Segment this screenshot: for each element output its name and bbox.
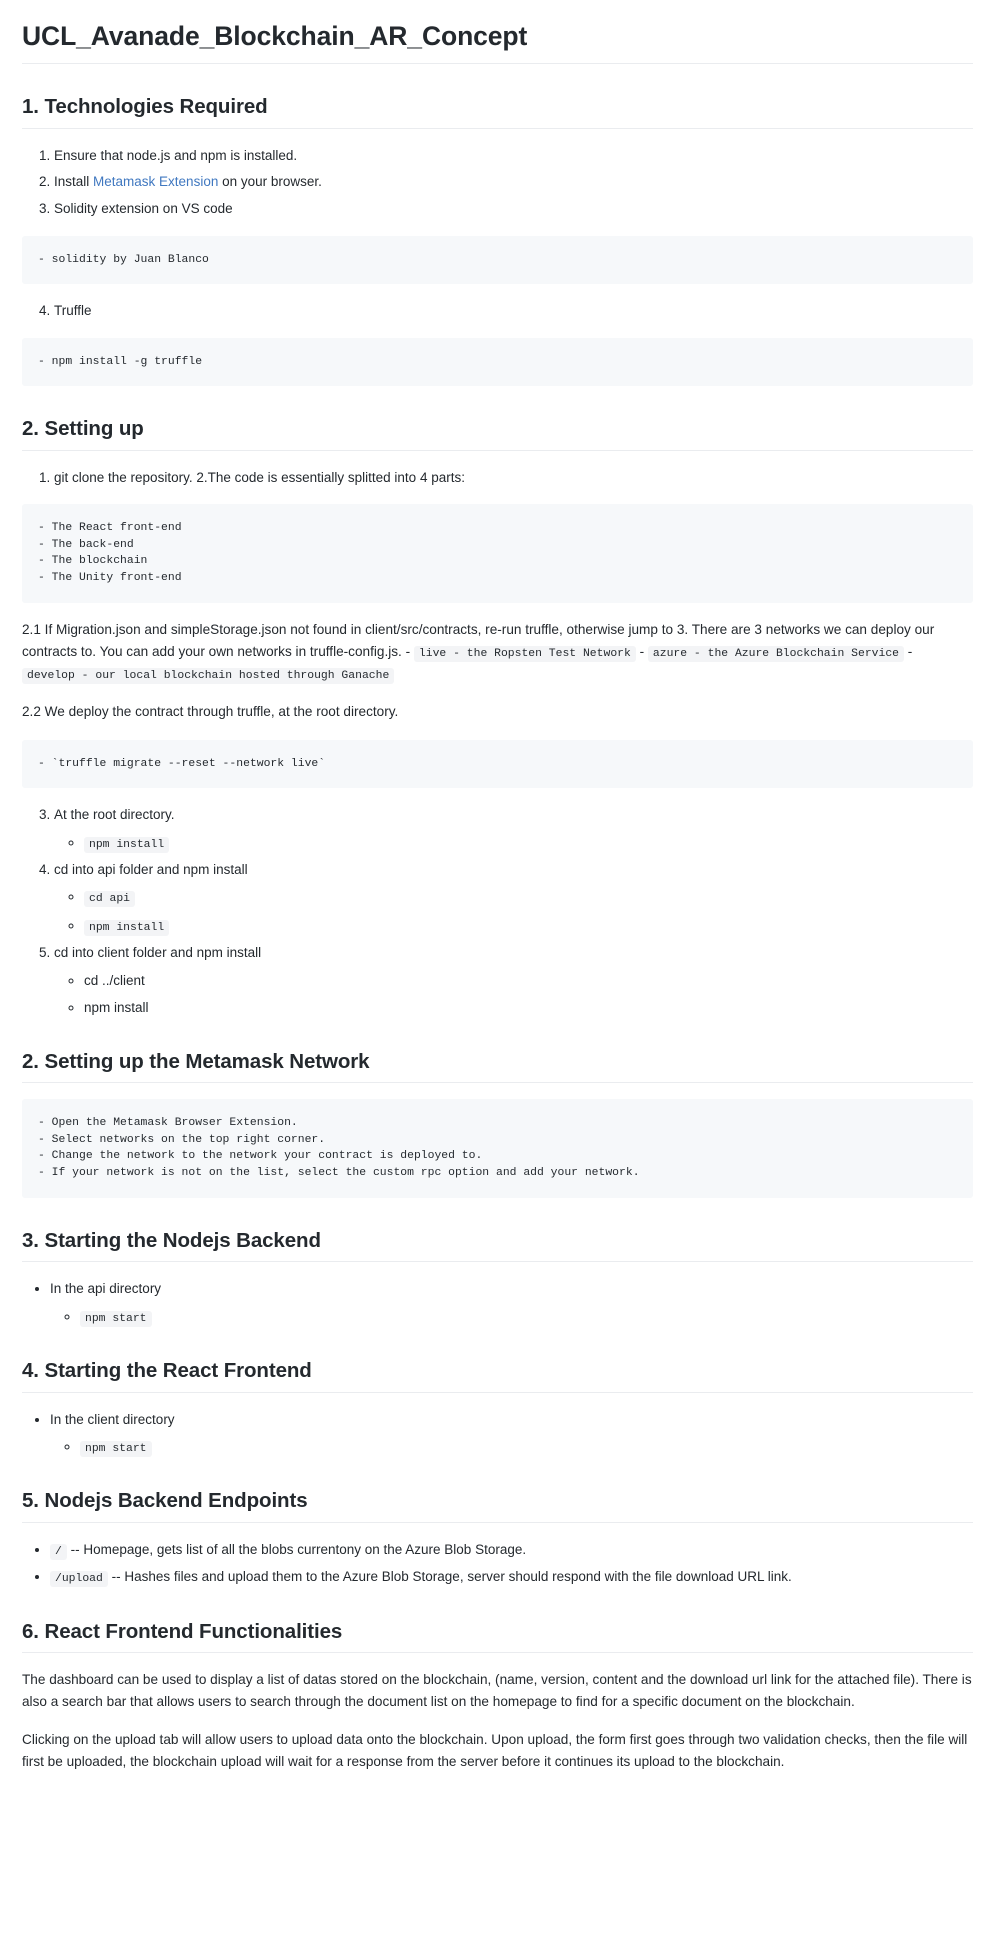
endpoint-description: -- Homepage, gets list of all the blobs … [66,1542,527,1558]
list-item-text: cd into api folder and npm install [54,861,248,877]
paragraph-2-1: 2.1 If Migration.json and simpleStorage.… [22,619,973,686]
heading-starting-nodejs-backend: 3. Starting the Nodejs Backend [22,1228,973,1263]
heading-react-frontend-functionalities: 6. React Frontend Functionalities [22,1619,973,1654]
inline-code-npm-start: npm start [80,1441,152,1458]
list-item: Truffle [54,300,973,322]
list-item: cd ../client [84,970,973,992]
list-item: Solidity extension on VS code [54,198,973,220]
list-item: /upload -- Hashes files and upload them … [50,1566,973,1588]
list-item-suffix: on your browser. [218,174,322,190]
heading-metamask-network: 2. Setting up the Metamask Network [22,1049,973,1084]
inline-code-npm-start: npm start [80,1310,152,1327]
endpoints-list: / -- Homepage, gets list of all the blob… [22,1539,973,1589]
list-item: cd into api folder and npm install cd ap… [54,859,973,937]
list-item: npm install [84,997,973,1019]
heading-backend-endpoints: 5. Nodejs Backend Endpoints [22,1488,973,1524]
setting-up-list-continued: At the root directory. npm install cd in… [22,804,973,1019]
sublist-api-folder: cd api npm install [54,886,973,937]
list-item-text: Truffle [54,303,92,319]
inline-code-endpoint-root: / [50,1544,67,1561]
readme-document: UCL_Avanade_Blockchain_AR_Concept 1. Tec… [0,0,995,1813]
list-item: In the api directory npm start [50,1278,973,1328]
heading-setting-up: 2. Setting up [22,416,973,451]
sublist-client-folder: cd ../client npm install [54,970,973,1019]
list-item-text: In the api directory [50,1281,162,1297]
heading-technologies-required: 1. Technologies Required [22,94,973,129]
list-item-text: cd into client folder and npm install [54,944,262,960]
list-item-text: At the root directory. [54,807,175,823]
paragraph-2-2: 2.2 We deploy the contract through truff… [22,704,399,720]
backend-start-list: In the api directory npm start [22,1278,973,1328]
sublist-root-directory: npm install [54,832,973,854]
list-item: In the client directory npm start [50,1409,973,1459]
paragraph-separator: - [904,643,913,659]
list-item-text: Solidity extension on VS code [54,200,233,216]
inline-code-azure-network: azure - the Azure Blockchain Service [647,645,904,662]
inline-code-develop-network: develop - our local blockchain hosted th… [22,668,395,685]
paragraph-upload-tab: Clicking on the upload tab will allow us… [22,1732,968,1770]
setting-up-list: git clone the repository. 2.The code is … [22,467,973,489]
endpoint-description: -- Hashes files and upload them to the A… [107,1569,792,1585]
page-title: UCL_Avanade_Blockchain_AR_Concept [22,20,973,65]
heading-starting-react-frontend: 4. Starting the React Frontend [22,1358,973,1393]
list-item: npm start [80,1306,973,1328]
list-item: Ensure that node.js and npm is installed… [54,145,973,167]
list-item: git clone the repository. 2.The code is … [54,467,973,489]
inline-code-endpoint-upload: /upload [50,1571,108,1588]
list-item: Install Metamask Extension on your brows… [54,171,973,193]
inline-code-npm-install: npm install [84,919,170,936]
code-block-truffle-migrate: - `truffle migrate --reset --network liv… [22,739,973,789]
code-block-code-parts: - The React front-end - The back-end - T… [22,504,973,603]
list-item: npm install [84,832,973,854]
list-item-text: git clone the repository. 2.The code is … [54,469,465,485]
sublist-frontend-command: npm start [50,1436,973,1458]
technologies-list-continued: Truffle [22,300,973,322]
list-item-prefix: Install [54,174,94,190]
inline-code-npm-install: npm install [84,836,170,853]
inline-code-live-network: live - the Ropsten Test Network [413,645,636,662]
paragraph-separator: - [635,643,648,659]
frontend-start-list: In the client directory npm start [22,1409,973,1459]
sublist-backend-command: npm start [50,1306,973,1328]
list-item: npm start [80,1436,973,1458]
list-item: At the root directory. npm install [54,804,973,854]
code-block-install-truffle: - npm install -g truffle [22,337,973,387]
list-item-text: In the client directory [50,1411,175,1427]
list-item: cd into client folder and npm install cd… [54,942,973,1019]
list-item-text: Ensure that node.js and npm is installed… [54,147,298,163]
code-block-metamask-steps: - Open the Metamask Browser Extension. -… [22,1099,973,1198]
list-item: cd api [84,886,973,908]
inline-code-cd-api: cd api [84,891,136,908]
technologies-list: Ensure that node.js and npm is installed… [22,145,973,220]
paragraph-dashboard: The dashboard can be used to display a l… [22,1672,972,1710]
code-block-solidity: - solidity by Juan Blanco [22,235,973,285]
metamask-extension-link[interactable]: Metamask Extension [93,174,218,189]
list-item: npm install [84,915,973,937]
list-item: / -- Homepage, gets list of all the blob… [50,1539,973,1561]
